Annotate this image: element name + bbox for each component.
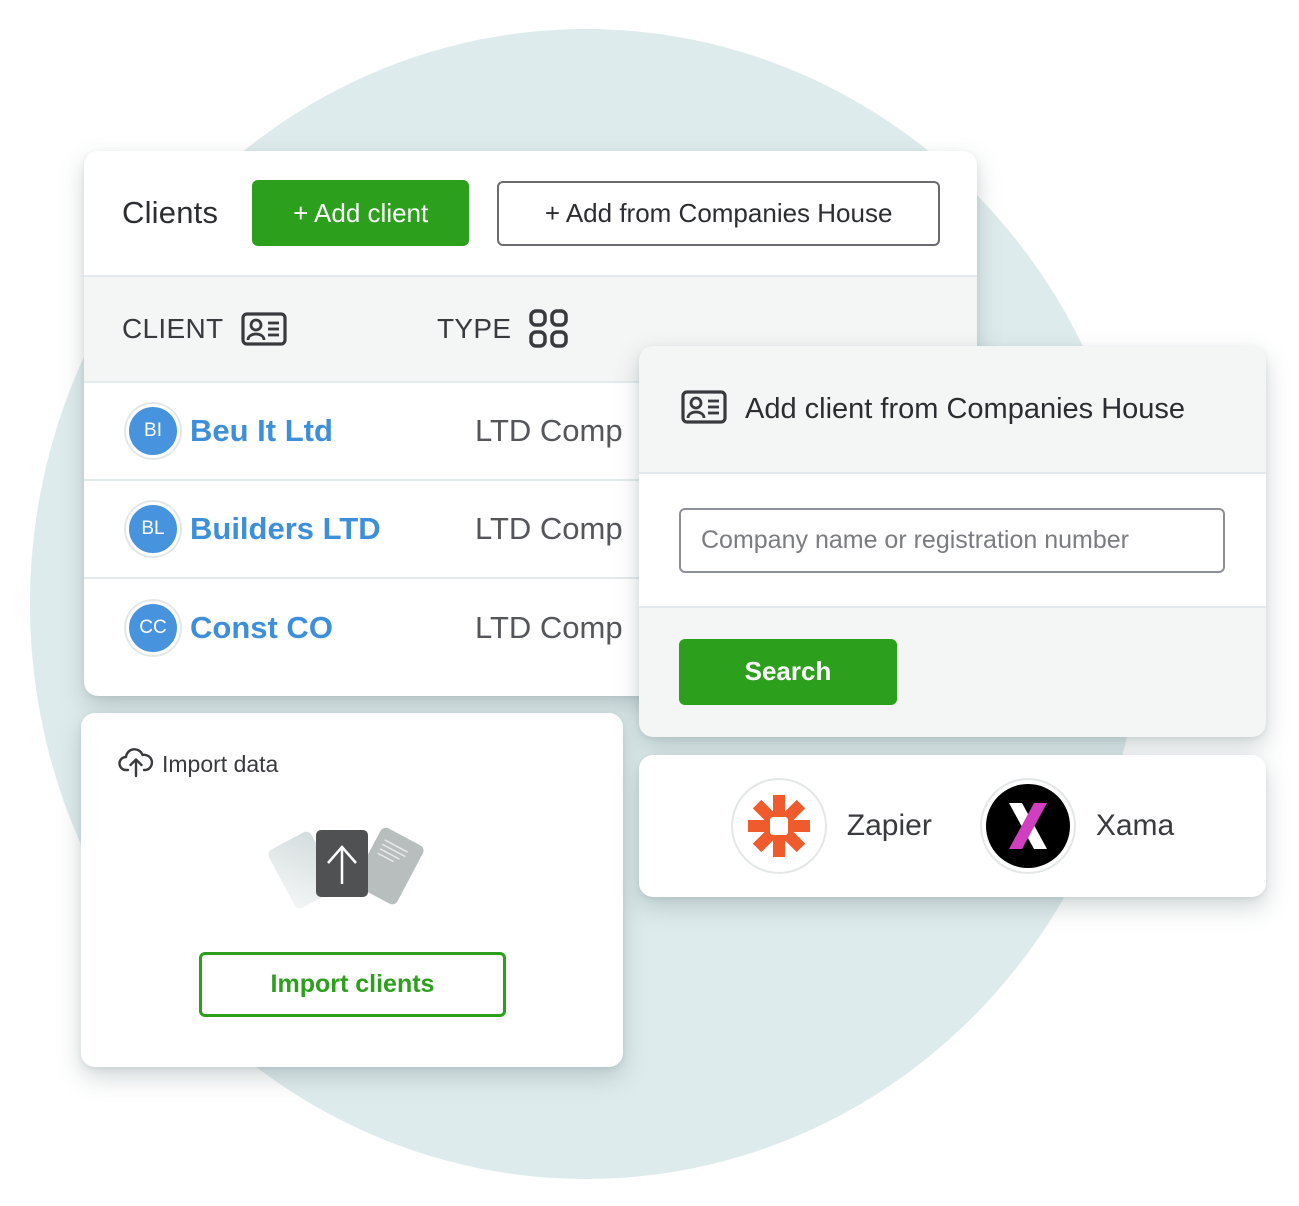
client-cell: CC Const CO [84,601,475,655]
import-header: Import data [118,746,278,783]
id-card-icon [241,312,287,346]
client-cell: BI Beu It Ltd [84,404,475,458]
company-search-input[interactable] [679,507,1225,573]
add-client-button[interactable]: + Add client [252,180,470,246]
integration-xama[interactable]: Xama [979,778,1175,874]
column-label: CLIENT [122,313,224,344]
page-title: Clients [122,195,219,230]
file-upload-illustration [261,823,431,923]
client-cell: BL Builders LTD [84,502,475,556]
integration-name: Zapier [846,809,932,842]
id-card-icon [681,389,727,429]
client-name-link[interactable]: Beu It Ltd [190,413,333,449]
cloud-upload-icon [118,746,154,783]
companies-house-header: Add client from Companies House [639,346,1266,474]
client-type: LTD Comp [475,511,623,546]
avatar: BI [126,404,180,458]
import-panel: Import data Import clients [81,713,623,1067]
client-name-link[interactable]: Builders LTD [190,511,381,547]
import-clients-button[interactable]: Import clients [199,952,506,1017]
add-from-companies-house-button[interactable]: + Add from Companies House [497,180,941,246]
zapier-logo-icon [730,778,827,874]
column-header-client[interactable]: CLIENT [84,312,437,346]
companies-house-panel: Add client from Companies House Search [639,346,1266,737]
avatar: CC [126,601,180,655]
column-header-type[interactable]: TYPE [437,309,569,349]
companies-house-title: Add client from Companies House [745,392,1186,425]
companies-house-footer: Search [639,608,1266,735]
column-label: TYPE [437,313,512,344]
integration-name: Xama [1095,809,1175,842]
companies-house-search-area [639,474,1266,608]
client-type: LTD Comp [475,413,623,448]
search-button[interactable]: Search [679,638,897,705]
integrations-panel: Zapier Xama [639,755,1266,897]
integration-zapier[interactable]: Zapier [730,778,932,874]
import-title: Import data [162,751,279,777]
avatar: BL [126,502,180,556]
client-type: LTD Comp [475,610,623,645]
xama-logo-icon [979,778,1076,874]
clients-toolbar: Clients + Add client + Add from Companie… [84,151,977,277]
client-name-link[interactable]: Const CO [190,610,333,646]
grid-icon [529,309,569,349]
